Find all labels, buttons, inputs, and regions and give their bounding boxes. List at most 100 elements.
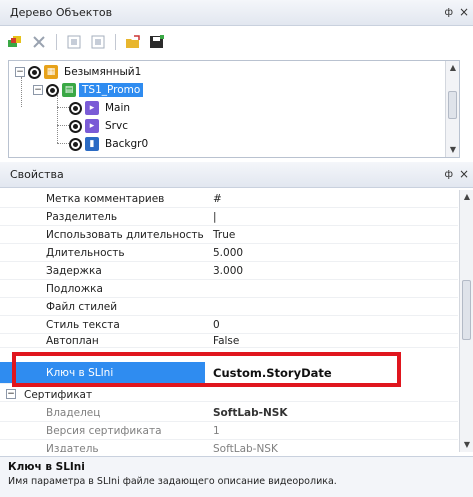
object-tree-header: Дерево Объектов ф × (0, 0, 473, 26)
prop-name: Стиль текста (46, 318, 120, 331)
save-icon (150, 35, 164, 48)
prop-row-style-file[interactable]: Файл стилей (0, 298, 458, 316)
visibility-icon[interactable] (46, 83, 59, 97)
tree-connector (57, 125, 69, 126)
tree-node-backgr0[interactable]: ▮ Backgr0 (69, 135, 151, 153)
prop-name: Длительность (46, 246, 125, 259)
scroll-down-icon[interactable]: ▼ (460, 438, 473, 452)
prop-name: Автоплан (46, 334, 99, 347)
add-object-button[interactable] (6, 33, 24, 51)
open-button[interactable] (124, 33, 142, 51)
prop-row-delay[interactable]: Задержка 3.000 (0, 262, 458, 280)
layer-icon: ▸ (85, 119, 99, 133)
properties-scrollbar[interactable]: ▲ ▼ (459, 190, 473, 452)
properties-title: Свойства (10, 168, 64, 181)
tree-node-main[interactable]: ▸ Main (69, 99, 133, 117)
property-description: Ключ в SLIni Имя параметра в SLIni файле… (0, 456, 473, 497)
prop-row-use-duration[interactable]: Использовать длительность кл True (0, 226, 458, 244)
visibility-icon[interactable] (69, 119, 82, 133)
prop-value: SoftLab-NSK (213, 406, 288, 419)
tree-node-srvc[interactable]: ▸ Srvc (69, 117, 131, 135)
prop-name: Задержка (46, 264, 102, 277)
prop-row-backing[interactable]: Подложка (0, 280, 458, 298)
object-tree[interactable]: − ▦ Безымянный1 − ▤ TS1_Promo ▸ Main ▸ S… (8, 60, 460, 158)
collapse-icon[interactable]: − (33, 85, 43, 95)
prop-value[interactable]: 0 (205, 319, 458, 331)
prop-row-autoplan[interactable]: Автоплан False (0, 334, 458, 348)
prop-name: Владелец (46, 406, 101, 419)
collapse-icon[interactable]: − (15, 67, 25, 77)
save-button[interactable] (148, 33, 166, 51)
tree-connector (21, 77, 22, 107)
scroll-up-icon[interactable]: ▲ (446, 61, 459, 75)
prop-name: Версия сертификата (46, 424, 162, 437)
delete-icon (33, 36, 45, 48)
prop-value[interactable]: True (205, 229, 458, 241)
prop-value[interactable]: # (205, 193, 458, 205)
prop-name: Издатель (46, 442, 99, 453)
close-icon[interactable]: × (459, 167, 469, 181)
tree-node-ts1-promo[interactable]: − ▤ TS1_Promo (33, 81, 144, 99)
move-up-button[interactable] (65, 33, 83, 51)
description-text: Имя параметра в SLIni файле задающего оп… (8, 476, 337, 487)
scroll-up-icon[interactable]: ▲ (460, 190, 473, 204)
prop-row-owner[interactable]: Владелец SoftLab-NSK (0, 404, 458, 422)
prop-name: Метка комментариев (46, 192, 165, 205)
move-up-icon (67, 35, 81, 49)
tree-connector (57, 95, 58, 143)
move-down-icon (91, 35, 105, 49)
move-down-button[interactable] (89, 33, 107, 51)
delete-button[interactable] (30, 33, 48, 51)
tree-node-label: Srvc (105, 120, 128, 132)
prop-category-certificate[interactable]: − Сертификат (0, 388, 458, 402)
prop-value[interactable]: 3.000 (205, 265, 458, 277)
tree-node-label: Backgr0 (105, 138, 149, 150)
close-icon[interactable]: × (459, 5, 469, 19)
prop-value: SoftLab-NSK (213, 442, 278, 453)
background-icon: ▮ (85, 137, 99, 151)
tree-connector (57, 107, 69, 108)
prop-row-duration[interactable]: Длительность 5.000 (0, 244, 458, 262)
properties-grid: Метка комментариев # Разделитель | Испол… (0, 190, 473, 452)
highlight-box (12, 352, 401, 387)
template-icon: ▤ (62, 83, 76, 97)
prop-row-cert-version[interactable]: Версия сертификата 1 (0, 422, 458, 440)
object-tree-title: Дерево Объектов (10, 6, 113, 19)
prop-name: Файл стилей (46, 300, 118, 313)
scroll-thumb[interactable] (462, 280, 471, 340)
tree-connector (57, 143, 69, 144)
prop-value[interactable]: False (205, 335, 458, 347)
pin-icon[interactable]: ф (444, 169, 453, 180)
scroll-down-icon[interactable]: ▼ (446, 143, 459, 157)
toolbar-separator (56, 34, 57, 50)
prop-row-issuer[interactable]: Издатель SoftLab-NSK (0, 440, 458, 453)
scroll-thumb[interactable] (448, 91, 457, 119)
prop-row-separator[interactable]: Разделитель | (0, 208, 458, 226)
toolbar-separator (115, 34, 116, 50)
tree-node-root[interactable]: − ▦ Безымянный1 (15, 63, 144, 81)
tree-scrollbar[interactable]: ▲ ▼ (445, 61, 459, 157)
prop-value[interactable]: 5.000 (205, 247, 458, 259)
prop-category-name: Сертификат (24, 388, 93, 401)
visibility-icon[interactable] (28, 65, 41, 79)
collapse-icon[interactable]: − (6, 389, 16, 399)
add-object-icon (8, 36, 21, 47)
tree-node-label: Main (105, 102, 131, 114)
description-title: Ключ в SLIni (8, 461, 85, 473)
visibility-icon[interactable] (69, 137, 82, 151)
layer-icon: ▸ (85, 101, 99, 115)
scene-icon: ▦ (44, 65, 58, 79)
pin-icon[interactable]: ф (444, 7, 453, 18)
prop-row-text-style[interactable]: Стиль текста 0 (0, 316, 458, 334)
visibility-icon[interactable] (69, 101, 82, 115)
prop-value: 1 (213, 424, 220, 437)
prop-value[interactable]: | (205, 211, 458, 223)
tree-node-label: Безымянный1 (64, 66, 142, 78)
object-tree-toolbar (6, 30, 166, 54)
properties-header: Свойства ф × (0, 162, 473, 188)
prop-name: Подложка (46, 282, 103, 295)
prop-name: Использовать длительность кл (46, 228, 205, 241)
prop-name: Разделитель (46, 210, 118, 223)
folder-open-icon (126, 35, 140, 48)
prop-row-comment-mark[interactable]: Метка комментариев # (0, 190, 458, 208)
